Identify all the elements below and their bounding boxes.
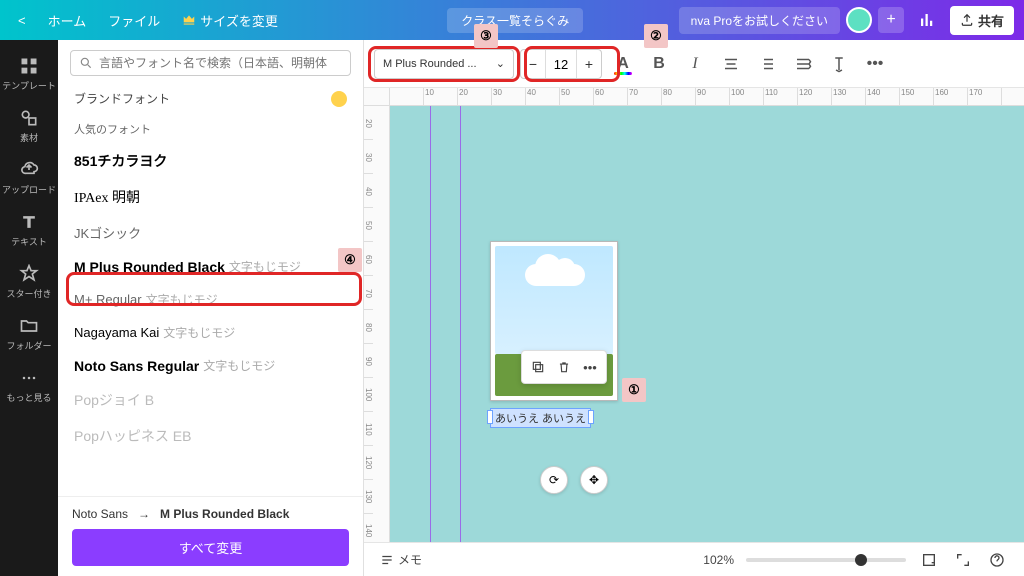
- rail-more[interactable]: もっと見る: [0, 360, 58, 412]
- more-button[interactable]: •••: [578, 355, 602, 379]
- replace-to: M Plus Rounded Black: [160, 507, 289, 521]
- home-button[interactable]: ホーム: [40, 7, 95, 34]
- font-item[interactable]: Popジョイ B: [58, 382, 363, 418]
- search-icon: [79, 56, 93, 70]
- font-size-decrease[interactable]: −: [521, 56, 545, 72]
- arrow-icon: →: [138, 507, 150, 521]
- font-item[interactable]: Nagayama Kai文字もじモジ: [58, 316, 363, 349]
- replace-all-button[interactable]: すべて変更: [72, 529, 349, 566]
- font-item[interactable]: Popハッピネス EB: [58, 418, 363, 454]
- font-family-select[interactable]: M Plus Rounded ... ⌄: [374, 49, 514, 79]
- guide-line[interactable]: [430, 106, 431, 576]
- delete-button[interactable]: [552, 355, 576, 379]
- text-color-button[interactable]: A: [608, 49, 638, 79]
- ruler-corner: [364, 88, 390, 106]
- text-element-selected[interactable]: あいうえ あいうえ: [490, 408, 591, 428]
- move-button[interactable]: ✥: [580, 466, 608, 494]
- duplicate-button[interactable]: [526, 355, 550, 379]
- font-size-increase[interactable]: +: [577, 56, 601, 72]
- resize-handle-left[interactable]: [487, 410, 493, 424]
- resize-handle-right[interactable]: [588, 410, 594, 424]
- notes-button[interactable]: メモ: [380, 551, 422, 568]
- rail-text[interactable]: テキスト: [0, 204, 58, 256]
- annotation-4: ④: [338, 248, 362, 272]
- guide-line[interactable]: [460, 106, 461, 576]
- font-item[interactable]: 851チカラヨク: [58, 143, 363, 179]
- crown-icon: [331, 91, 347, 107]
- help-button[interactable]: [986, 549, 1008, 571]
- replace-from: Noto Sans: [72, 507, 128, 521]
- font-item[interactable]: JKゴシック: [58, 215, 363, 250]
- pro-trial-button[interactable]: nva Proをお試しください: [679, 7, 840, 34]
- zoom-slider[interactable]: [746, 558, 906, 562]
- ruler-vertical: 2030405060708090100110120130140: [364, 106, 390, 576]
- more-options-button[interactable]: •••: [860, 49, 890, 79]
- rail-template[interactable]: テンプレート: [0, 48, 58, 100]
- ruler-horizontal: 1020304050607080901001101201301401501601…: [390, 88, 1024, 106]
- brand-fonts-label: ブランドフォント: [74, 90, 170, 107]
- annotation-3: ③: [474, 24, 498, 48]
- undo-button[interactable]: [292, 16, 308, 24]
- font-item[interactable]: IPAex 明朝: [58, 179, 363, 215]
- rail-elements[interactable]: 素材: [0, 100, 58, 152]
- share-button[interactable]: 共有: [950, 6, 1014, 35]
- add-member-button[interactable]: +: [878, 7, 904, 33]
- redo-button[interactable]: [314, 16, 330, 24]
- grid-view-button[interactable]: [918, 549, 940, 571]
- canvas[interactable]: ••• あいうえ あいうえ ① ⟳ ✥: [390, 106, 1024, 576]
- rotate-button[interactable]: ⟳: [540, 466, 568, 494]
- upload-icon: [960, 13, 974, 27]
- zoom-value: 102%: [703, 553, 734, 567]
- popular-fonts-label: 人気のフォント: [58, 115, 363, 143]
- font-item-selected[interactable]: M Plus Rounded Black文字もじモジ ✓: [58, 250, 363, 283]
- italic-button[interactable]: I: [680, 49, 710, 79]
- bold-button[interactable]: B: [644, 49, 674, 79]
- font-search[interactable]: [70, 50, 351, 76]
- rail-upload[interactable]: アップロード: [0, 152, 58, 204]
- spacing-button[interactable]: [788, 49, 818, 79]
- font-item[interactable]: M+ Regular文字もじモジ: [58, 283, 363, 316]
- list-button[interactable]: [752, 49, 782, 79]
- font-item[interactable]: Noto Sans Regular文字もじモジ: [58, 349, 363, 382]
- zoom-knob[interactable]: [855, 554, 867, 566]
- rail-folder[interactable]: フォルダー: [0, 308, 58, 360]
- notes-icon: [380, 553, 394, 567]
- crown-icon: [182, 13, 196, 27]
- document-title[interactable]: クラス一覧そらぐみ: [447, 8, 583, 33]
- rail-starred[interactable]: スター付き: [0, 256, 58, 308]
- resize-button[interactable]: サイズを変更: [174, 7, 286, 34]
- image-element[interactable]: •••: [490, 241, 618, 401]
- font-search-input[interactable]: [99, 56, 342, 70]
- align-button[interactable]: [716, 49, 746, 79]
- fullscreen-button[interactable]: [952, 549, 974, 571]
- annotation-2: ②: [644, 24, 668, 48]
- context-toolbar: •••: [521, 350, 607, 384]
- chevron-down-icon: ⌄: [496, 57, 505, 70]
- back-button[interactable]: <: [10, 9, 34, 32]
- avatar[interactable]: [846, 7, 872, 33]
- font-size-value[interactable]: 12: [545, 50, 577, 78]
- file-menu[interactable]: ファイル: [100, 7, 168, 34]
- insights-button[interactable]: [910, 7, 944, 33]
- cloud-shape: [525, 264, 585, 286]
- annotation-1: ①: [622, 378, 646, 402]
- vertical-text-button[interactable]: [824, 49, 854, 79]
- cloud-sync-icon[interactable]: [336, 16, 352, 24]
